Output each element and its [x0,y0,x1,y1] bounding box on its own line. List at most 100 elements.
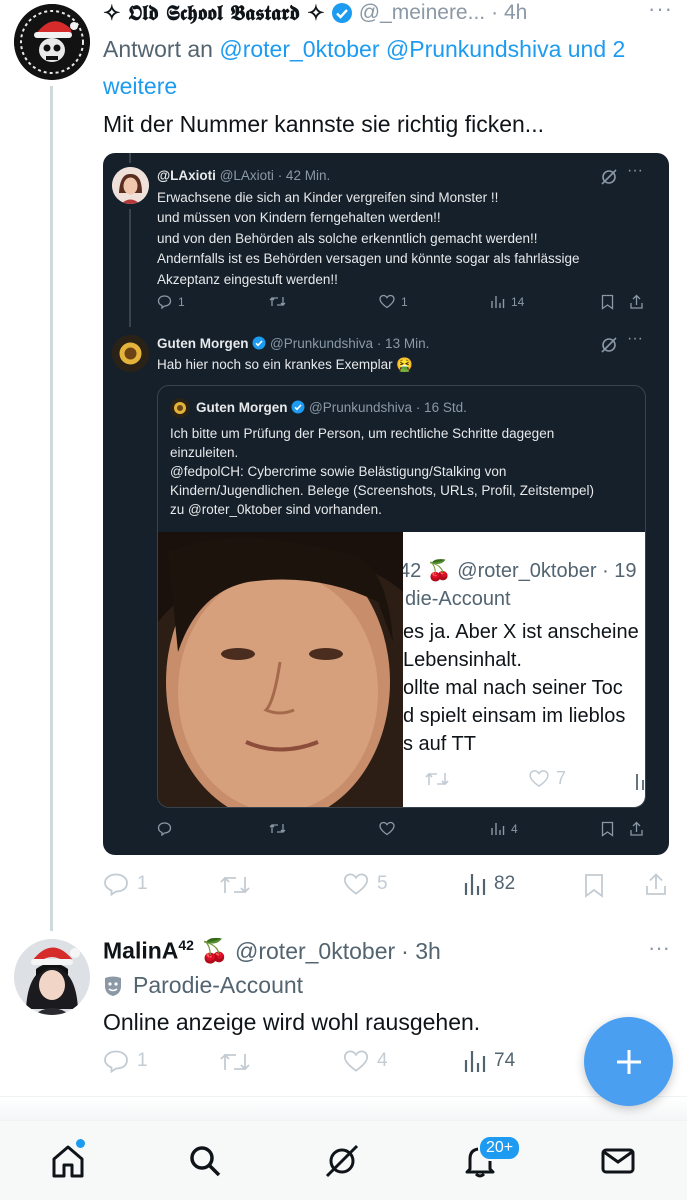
grok-icon [325,1144,359,1178]
display-name[interactable]: MalinA42 🍒 [103,937,229,965]
avatar[interactable] [14,939,90,1015]
mail-icon [601,1148,635,1174]
reply-icon [104,873,128,896]
repost-icon [269,297,286,306]
inner-header: 42 🍒 @roter_0ktober · 19 [403,560,637,582]
repost-icon [269,824,286,833]
display-name[interactable]: ✧ 𝕺𝖑𝖉 𝕾𝖈𝖍𝖔𝖔𝖑 𝕭𝖆𝖘𝖙𝖆𝖗𝖉 ✧ [103,0,325,26]
views-icon [464,874,486,895]
like-button[interactable]: 4 [343,1049,388,1073]
unread-dot [76,1139,85,1148]
compose-button[interactable] [584,1017,673,1106]
woman-avatar-icon [112,167,149,204]
timestamp[interactable]: · 3h [401,938,441,965]
views-button[interactable]: 82 [464,872,515,896]
share-icon [630,821,643,836]
share-icon[interactable] [645,872,667,897]
reply-icon [157,295,172,309]
verified-badge-icon [331,3,352,23]
views-button[interactable]: 74 [464,1049,515,1073]
more-options-icon[interactable]: ··· [648,0,673,22]
nav-search[interactable] [187,1143,223,1184]
inner-line: ollte mal nach seiner Toc [403,677,623,699]
quote-card: Guten Morgen @Prunkundshiva · 16 Std. Ic… [157,385,646,808]
sunflower-avatar-icon [170,398,190,418]
more-options-icon[interactable]: ··· [648,935,670,961]
views-action: 14 [490,294,524,309]
grok-icon [601,169,617,185]
home-icon [52,1145,84,1178]
inner-line: s auf TT [403,733,476,755]
parody-label: Parodie-Account [103,972,303,999]
nav-notifications[interactable]: 20+ [462,1135,522,1184]
quote-handle: @Prunkundshiva [309,400,413,415]
next-tweet-peek [0,1097,687,1120]
post-text: Hab hier noch so ein krankes Exemplar 🤮 [157,357,414,372]
views-icon [491,296,505,308]
heart-icon [343,1050,369,1072]
post-time: · 13 Min. [376,336,430,351]
verified-badge-icon [252,336,266,350]
reply-button[interactable]: 1 [103,1049,148,1073]
more-options-icon: ··· [627,162,643,179]
tweet-text: Online anzeige wird wohl rausgehen. [103,1009,481,1035]
nav-messages[interactable] [600,1143,636,1184]
more-options-icon: ··· [627,330,643,347]
post-text: Erwachsene die sich an Kinder vergreifen… [157,190,580,287]
reply-icon [104,1050,128,1073]
handle[interactable]: @roter_0ktober [235,938,395,965]
views-icon [636,774,644,790]
nav-home[interactable] [50,1139,86,1184]
quote-inner-screenshot: 42 🍒 @roter_0ktober · 19 die-Account es … [403,532,645,807]
repost-icon[interactable] [220,1050,250,1074]
heart-icon [379,821,395,836]
grok-icon [601,337,617,353]
post-handle: @Prunkundshiva [270,336,374,351]
inner-sub: die-Account [405,588,511,610]
search-icon [190,1146,221,1177]
post-time: · 42 Min. [277,168,331,183]
views-action: 4 [490,821,518,836]
avatar[interactable] [14,4,90,80]
inner-line: d spielt einsam im lieblos [403,705,626,727]
parody-mask-icon [105,976,121,996]
bookmark-icon[interactable] [584,873,604,898]
handle[interactable]: @_meinere... [359,1,485,25]
thread-line [129,153,131,163]
inner-like: 7 [528,768,566,789]
post-name: Guten Morgen [157,336,249,351]
inner-line: Lebensinhalt. [403,649,522,671]
thread-line [50,86,53,931]
face-photo-icon [158,532,403,807]
girl-santa-avatar-icon [14,939,90,1015]
bookmark-icon [601,821,614,837]
nav-grok[interactable] [324,1143,360,1184]
repost-icon [425,772,449,786]
like-button[interactable]: 5 [343,872,388,896]
quote-text: Ich bitte um Prüfung der Person, um rech… [170,426,594,517]
notifications-badge: 20+ [478,1135,522,1161]
repost-icon[interactable] [220,873,250,897]
post-handle: @LAxioti [219,168,274,183]
plus-icon [616,1049,641,1074]
reply-context: Antwort an @roter_0ktober @Prunkundshiva… [103,31,673,105]
reply-icon [157,822,172,836]
views-icon [491,823,505,835]
reply-button[interactable]: 1 [103,872,148,896]
post-name: @LAxioti [157,168,216,183]
heart-icon [343,873,369,895]
reply-action: 1 [157,294,185,309]
attached-screenshot[interactable]: @LAxioti @LAxioti · 42 Min. ··· Erwachse… [103,153,669,855]
inner-line: es ja. Aber X ist anscheine [403,621,639,643]
views-icon [464,1051,486,1072]
quote-photo [158,532,403,807]
quote-time: · 16 Std. [415,400,467,415]
verified-badge-icon [291,400,305,414]
avatar [112,335,149,372]
heart-icon [379,294,395,309]
tweet-text: Mit der Nummer kannste sie richtig ficke… [103,111,544,137]
thread-line [129,209,131,327]
sunflower-avatar-icon [112,335,149,372]
timestamp[interactable]: · 4h [491,1,527,25]
skull-santa-avatar-icon [14,4,90,80]
